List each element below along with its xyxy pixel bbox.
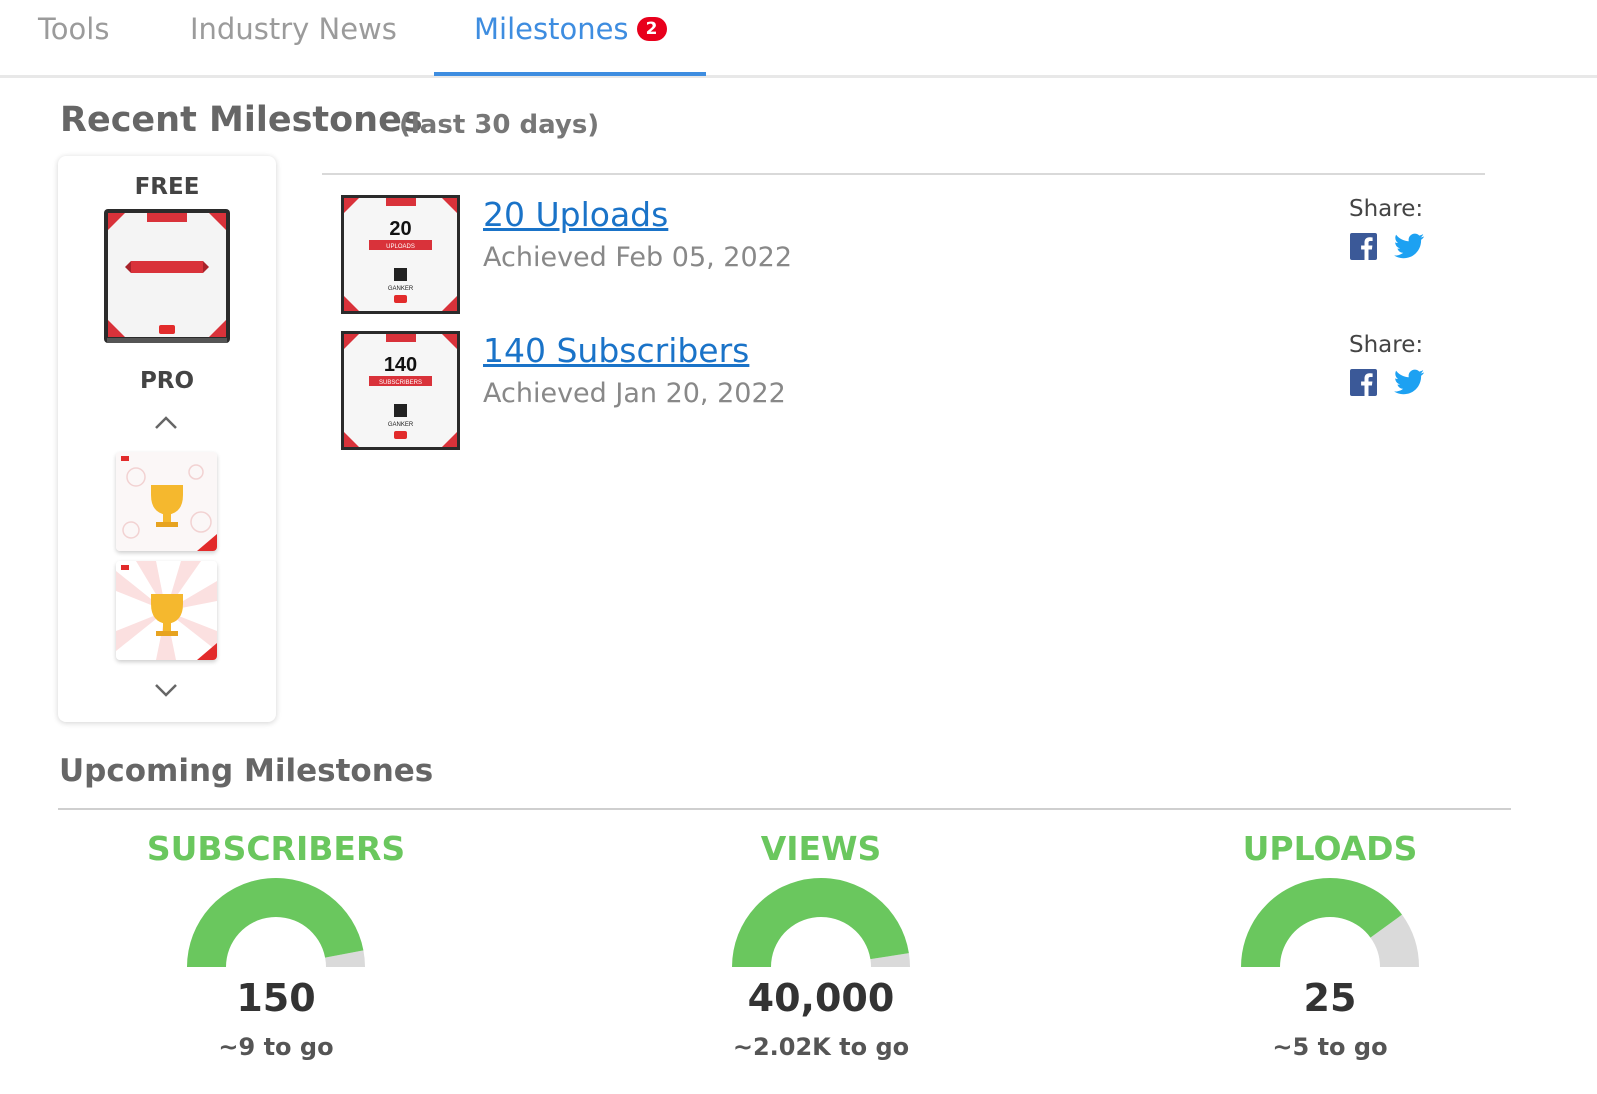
facebook-icon[interactable] [1350, 369, 1377, 396]
gauge-remaining: ~5 to go [1272, 1033, 1388, 1061]
free-template-thumbnail[interactable] [103, 208, 231, 344]
recent-milestones-title: Recent Milestones [60, 100, 423, 140]
gauge-title: SUBSCRIBERS [146, 829, 406, 868]
share-label: Share: [1349, 196, 1424, 222]
tab-industry-news[interactable]: Industry News [190, 12, 397, 46]
thumbnail-channel: GANKER [388, 286, 414, 292]
facebook-icon[interactable] [1350, 233, 1377, 260]
twitter-icon[interactable] [1393, 369, 1425, 397]
twitter-icon[interactable] [1393, 233, 1425, 261]
notification-badge: 2 [636, 17, 667, 41]
milestone-title-link[interactable]: 20 Uploads [483, 195, 668, 234]
thumbnail-value: 140 [384, 354, 417, 376]
milestone-achieved-date: Achieved Feb 05, 2022 [483, 242, 792, 273]
gauge-progress-arc [187, 878, 364, 967]
pro-template-thumbnail[interactable] [116, 452, 217, 551]
thumbnail-channel: GANKER [388, 422, 414, 428]
gauge-title: UPLOADS [1242, 829, 1418, 868]
milestone-title-link[interactable]: 140 Subscribers [483, 331, 749, 370]
chevron-down-icon[interactable] [154, 681, 178, 701]
views-gauge [732, 877, 910, 967]
gauge-remaining: ~2.02K to go [732, 1033, 910, 1061]
tab-milestones-label: Milestones [474, 12, 629, 46]
template-panel: FREE PRO [58, 156, 276, 722]
divider [322, 173, 1485, 175]
recent-milestones-subtitle: (last 30 days) [399, 110, 600, 140]
divider [58, 808, 1511, 810]
gauge-target-value: 150 [236, 976, 316, 1020]
gauge-target-value: 25 [1303, 976, 1357, 1020]
upcoming-milestones-title: Upcoming Milestones [59, 753, 434, 789]
thumbnail-banner: SUBSCRIBERS [379, 380, 422, 386]
tab-bar: Tools Industry News Milestones 2 [0, 0, 1597, 78]
pro-label: PRO [139, 368, 195, 394]
gauge-progress-arc [1241, 878, 1403, 967]
milestone-achieved-date: Achieved Jan 20, 2022 [483, 378, 786, 409]
pro-template-thumbnail[interactable] [116, 561, 217, 660]
share-label: Share: [1349, 332, 1424, 358]
tab-milestones[interactable]: Milestones 2 [474, 12, 667, 46]
gauge-title: VIEWS [760, 829, 882, 868]
free-label: FREE [134, 174, 200, 200]
chevron-up-icon[interactable] [154, 412, 178, 432]
uploads-gauge [1241, 878, 1419, 967]
milestone-thumbnail[interactable]: 20 UPLOADS GANKER [341, 195, 460, 314]
subscribers-gauge [187, 878, 365, 967]
gauge-target-value: 40,000 [747, 976, 895, 1020]
tab-tools[interactable]: Tools [38, 12, 109, 46]
gauge-progress-arc [732, 877, 909, 967]
milestone-thumbnail[interactable]: 140 SUBSCRIBERS GANKER [341, 331, 460, 450]
gauge-remaining: ~9 to go [218, 1033, 334, 1061]
thumbnail-value: 20 [389, 218, 411, 240]
thumbnail-banner: UPLOADS [386, 244, 415, 250]
active-tab-indicator [434, 72, 706, 76]
